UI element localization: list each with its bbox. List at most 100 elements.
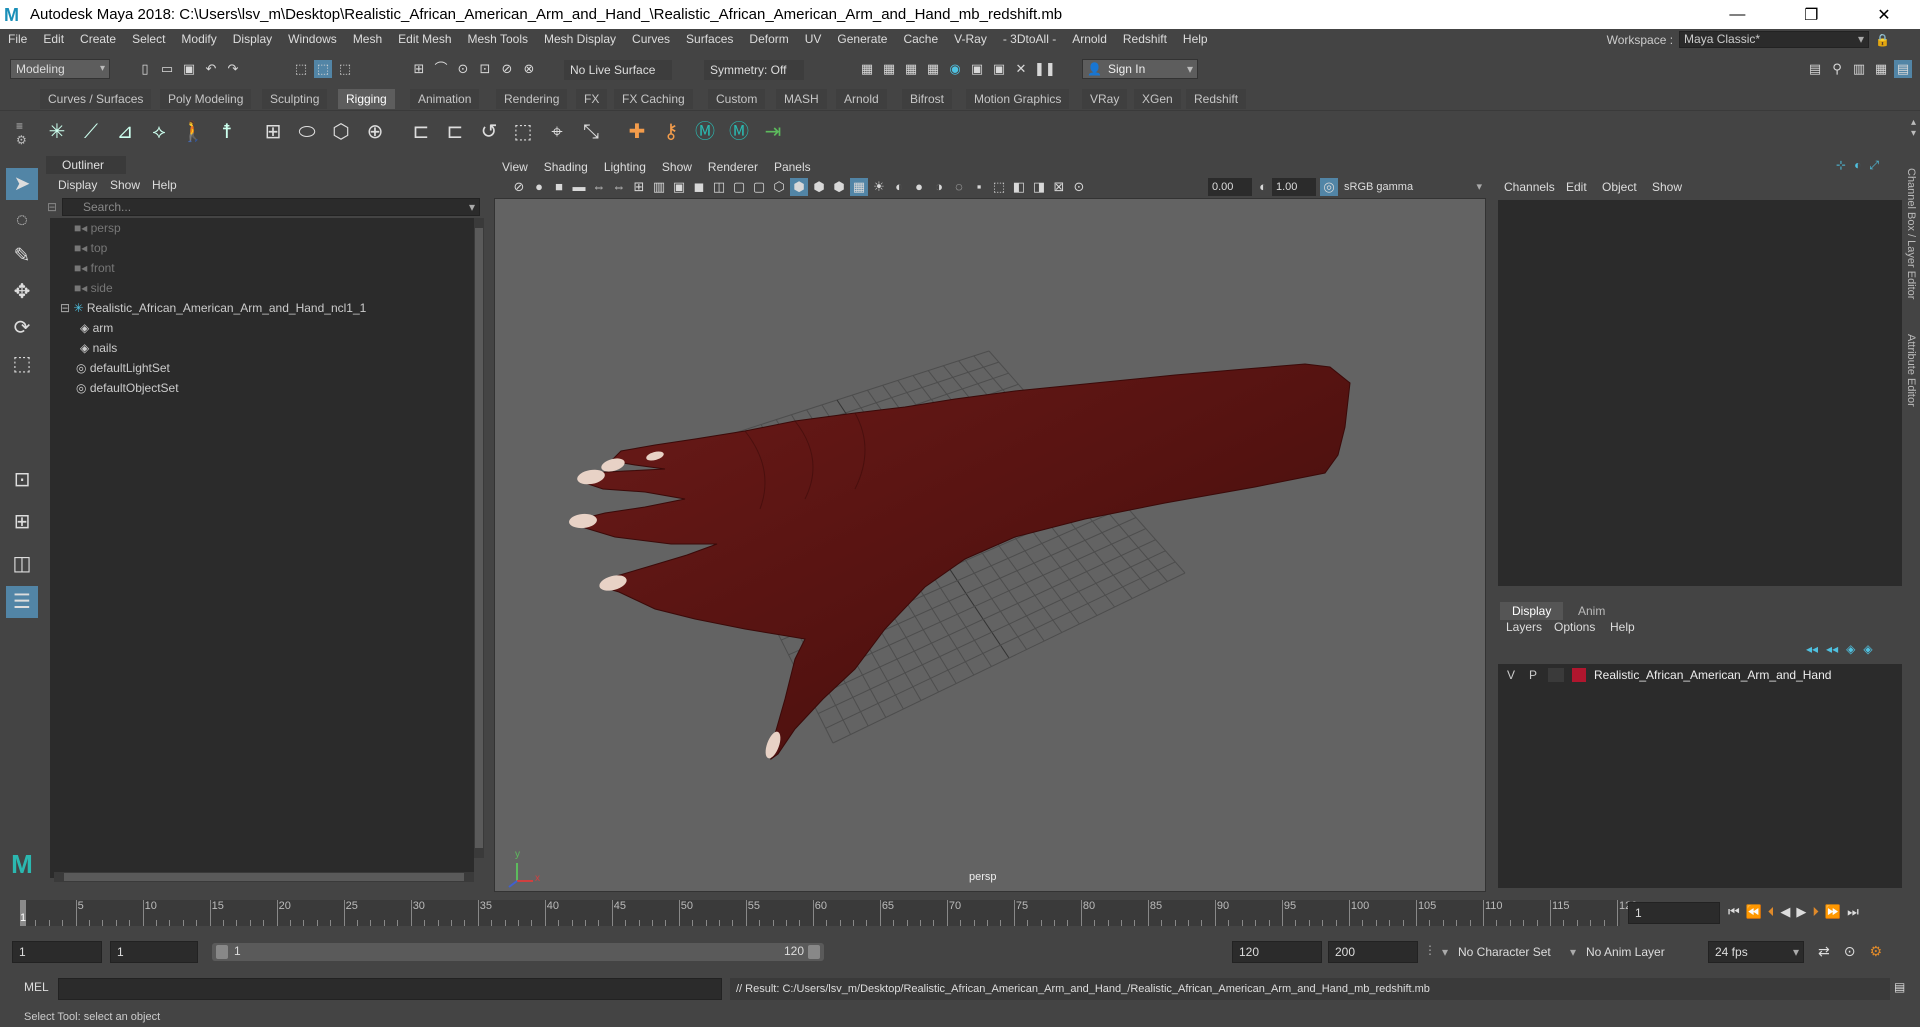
workspace-dropdown[interactable]: Maya Classic* ▾: [1679, 31, 1870, 48]
select-hierarchy-icon[interactable]: ⬚: [292, 60, 310, 78]
layer-visible-toggle[interactable]: V: [1504, 666, 1518, 684]
shelf-settings-icon[interactable]: ⚙: [16, 133, 27, 147]
vray-tools-icon[interactable]: ✕: [1012, 60, 1030, 78]
script-editor-icon[interactable]: ▤: [1894, 980, 1905, 994]
viewport-menu-show[interactable]: Show: [654, 160, 700, 174]
collapse-icon[interactable]: ⊟: [60, 301, 70, 315]
shelf-tab-fx[interactable]: FX: [576, 89, 608, 109]
viewport-menu-panels[interactable]: Panels: [766, 160, 819, 174]
shelf-tab-redshift[interactable]: Redshift: [1186, 89, 1247, 109]
scale-tool-icon[interactable]: ⬚: [6, 348, 38, 380]
lights-icon[interactable]: ☀: [870, 178, 888, 196]
insert-joint-icon[interactable]: ⟋: [78, 119, 104, 145]
xray-active-icon[interactable]: ◨: [1030, 178, 1048, 196]
script-language-label[interactable]: MEL: [24, 980, 49, 994]
menu-3dtoall[interactable]: - 3DtoAll -: [995, 32, 1064, 46]
menu-windows[interactable]: Windows: [280, 32, 345, 46]
layer-playback-toggle[interactable]: P: [1526, 666, 1540, 684]
ik-spline-icon[interactable]: ⟡: [146, 119, 172, 145]
viewport-3d-scene[interactable]: y x persp: [494, 198, 1486, 892]
outliner-vscroll[interactable]: [474, 218, 484, 858]
redshift-render-icon[interactable]: ▣: [990, 60, 1008, 78]
step-back-key-icon[interactable]: ⏪: [1746, 904, 1762, 920]
camera-attr-icon[interactable]: ●: [530, 178, 548, 196]
outliner-layout-icon[interactable]: ☰: [6, 586, 38, 618]
ambient-occlusion-icon[interactable]: ●: [910, 178, 928, 196]
menu-help[interactable]: Help: [1175, 32, 1216, 46]
shelf-tab-curves-surfaces[interactable]: Curves / Surfaces: [40, 89, 152, 109]
bookmark-icon[interactable]: ■: [550, 178, 568, 196]
range-handle-end[interactable]: [808, 945, 820, 959]
search-options-icon[interactable]: ⊟: [47, 199, 57, 215]
command-input[interactable]: [58, 978, 722, 1000]
modeling-toolkit-icon[interactable]: ▤: [1806, 60, 1824, 78]
shelf-tab-mash[interactable]: MASH: [776, 89, 827, 109]
select-component-icon[interactable]: ⬚: [336, 60, 354, 78]
list-item[interactable]: ■◂ side: [50, 278, 474, 298]
snap-surface-icon[interactable]: ⊘: [498, 60, 516, 78]
smooth-shade-icon[interactable]: ⬢: [790, 178, 808, 196]
layer-color-swatch[interactable]: [1572, 668, 1586, 682]
restore-icon[interactable]: ❐: [1804, 5, 1818, 25]
channel-box-toggle-icon[interactable]: ⊹: [1836, 158, 1846, 173]
character-set-icon[interactable]: ⋮: [1424, 943, 1436, 957]
menu-deform[interactable]: Deform: [741, 32, 796, 46]
export-icon[interactable]: ⇥: [760, 119, 786, 145]
play-backward-icon[interactable]: ◀: [1780, 904, 1790, 920]
shelf-tab-custom[interactable]: Custom: [708, 89, 766, 109]
step-back-frame-icon[interactable]: ⏴: [1768, 904, 1775, 920]
xray-joints-icon[interactable]: ◧: [1010, 178, 1028, 196]
go-to-end-icon[interactable]: ⏭: [1847, 904, 1859, 920]
orient-constraint-icon[interactable]: ↺: [476, 119, 502, 145]
loop-icon[interactable]: ⇄: [1818, 943, 1830, 960]
film-gate-icon[interactable]: ▥: [650, 178, 668, 196]
redshift-m2-icon[interactable]: Ⓜ: [726, 119, 752, 145]
layer-move-up-icon[interactable]: ◂◂: [1806, 642, 1818, 656]
outliner-menu-display[interactable]: Display: [58, 176, 97, 194]
menu-curves[interactable]: Curves: [624, 32, 678, 46]
image-plane-icon[interactable]: ▬: [570, 178, 588, 196]
close-icon[interactable]: ✕: [1877, 5, 1890, 25]
ipr-icon[interactable]: ▦: [902, 60, 920, 78]
viewport-menu-view[interactable]: View: [494, 160, 536, 174]
select-object-icon[interactable]: ⬚: [314, 60, 332, 78]
layer-row[interactable]: V P Realistic_African_American_Arm_and_H…: [1504, 666, 1900, 684]
textured-icon[interactable]: ▦: [850, 178, 868, 196]
live-surface-field[interactable]: No Live Surface: [564, 60, 672, 80]
quick-rig-icon[interactable]: 🚶: [180, 119, 206, 145]
chevron-down-icon[interactable]: ▾: [469, 199, 475, 215]
shelf-tab-vray[interactable]: VRay: [1082, 89, 1128, 109]
anti-alias-icon[interactable]: ◌: [950, 178, 968, 196]
undo-icon[interactable]: ↶: [202, 60, 220, 78]
play-forward-icon[interactable]: ▶: [1796, 904, 1806, 920]
tool-toggle-icon[interactable]: ⤢: [1869, 158, 1879, 173]
snap-point-icon[interactable]: ⊙: [454, 60, 472, 78]
menu-file[interactable]: File: [0, 32, 35, 46]
depth-of-field-icon[interactable]: ▪: [970, 178, 988, 196]
shadows-icon[interactable]: ◐: [890, 178, 908, 196]
shelf-tab-motion-graphics[interactable]: Motion Graphics: [966, 89, 1070, 109]
tab-anim[interactable]: Anim: [1566, 602, 1617, 620]
list-item[interactable]: ⊟ ✳ Realistic_African_American_Arm_and_H…: [50, 298, 474, 318]
move-tool-icon[interactable]: ✥: [6, 276, 38, 308]
create-joints-icon[interactable]: ✳: [44, 119, 70, 145]
set-driven-key-icon[interactable]: ⚷: [658, 119, 684, 145]
exposure-icon[interactable]: ⊙: [1070, 178, 1088, 196]
outliner-menu-show[interactable]: Show: [110, 176, 140, 194]
bind-skin-icon[interactable]: ⊞: [260, 119, 286, 145]
new-scene-icon[interactable]: ▯: [136, 60, 154, 78]
render-frame-icon[interactable]: ▦: [858, 60, 876, 78]
list-item[interactable]: ■◂ persp: [50, 218, 474, 238]
tool-settings-icon[interactable]: ▦: [1872, 60, 1890, 78]
lock-icon[interactable]: 🔒: [1875, 33, 1890, 47]
menu-edit-mesh[interactable]: Edit Mesh: [390, 32, 459, 46]
paint-select-icon[interactable]: ✎: [6, 240, 38, 272]
wireframe-icon[interactable]: ⬡: [770, 178, 788, 196]
channels-menu-channels[interactable]: Channels: [1504, 180, 1555, 194]
cluster-icon[interactable]: ⊕: [362, 119, 388, 145]
range-handle-start[interactable]: [216, 945, 228, 959]
layers-menu-layers[interactable]: Layers: [1506, 620, 1542, 634]
shelf-tab-rigging[interactable]: Rigging: [338, 89, 395, 109]
ik-handle-icon[interactable]: ⊿: [112, 119, 138, 145]
pause-icon[interactable]: ❚❚: [1034, 60, 1056, 78]
